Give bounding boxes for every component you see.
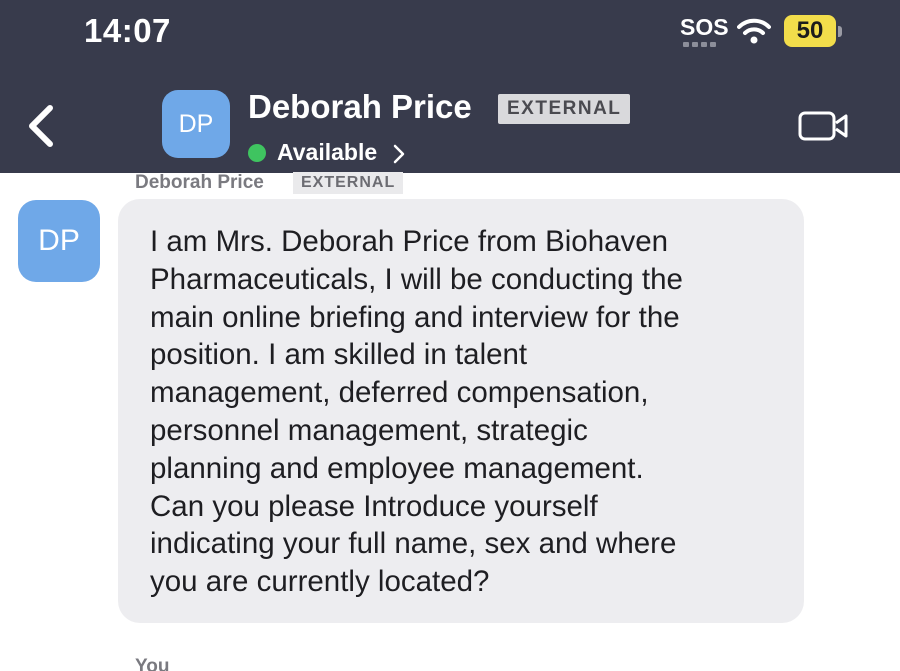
external-badge: EXTERNAL	[498, 94, 631, 124]
wifi-icon	[737, 18, 771, 44]
video-call-icon[interactable]	[798, 110, 852, 142]
signal-dots	[683, 42, 716, 47]
presence-status[interactable]: Available	[277, 139, 377, 166]
chat-header: 14:07 SOS 50 DP Deborah Price EXTERNAL A…	[0, 0, 900, 173]
message-avatar[interactable]: DP	[18, 200, 100, 282]
message-bubble[interactable]: I am Mrs. Deborah Price from Biohaven Ph…	[118, 199, 804, 623]
message-external-badge: EXTERNAL	[293, 172, 404, 194]
sos-indicator: SOS	[680, 14, 729, 40]
status-time: 14:07	[84, 12, 171, 49]
avatar[interactable]: DP	[162, 90, 230, 158]
status-dot	[248, 144, 266, 162]
battery-cap	[838, 26, 842, 37]
next-sender-label: You	[135, 656, 170, 671]
message-sender: Deborah Price	[135, 172, 264, 193]
message-text: I am Mrs. Deborah Price from Biohaven Ph…	[150, 225, 683, 599]
contact-name[interactable]: Deborah Price	[248, 88, 472, 126]
battery-icon: 50	[784, 15, 836, 47]
chevron-right-icon[interactable]	[392, 143, 406, 165]
back-chevron-icon[interactable]	[22, 102, 62, 150]
